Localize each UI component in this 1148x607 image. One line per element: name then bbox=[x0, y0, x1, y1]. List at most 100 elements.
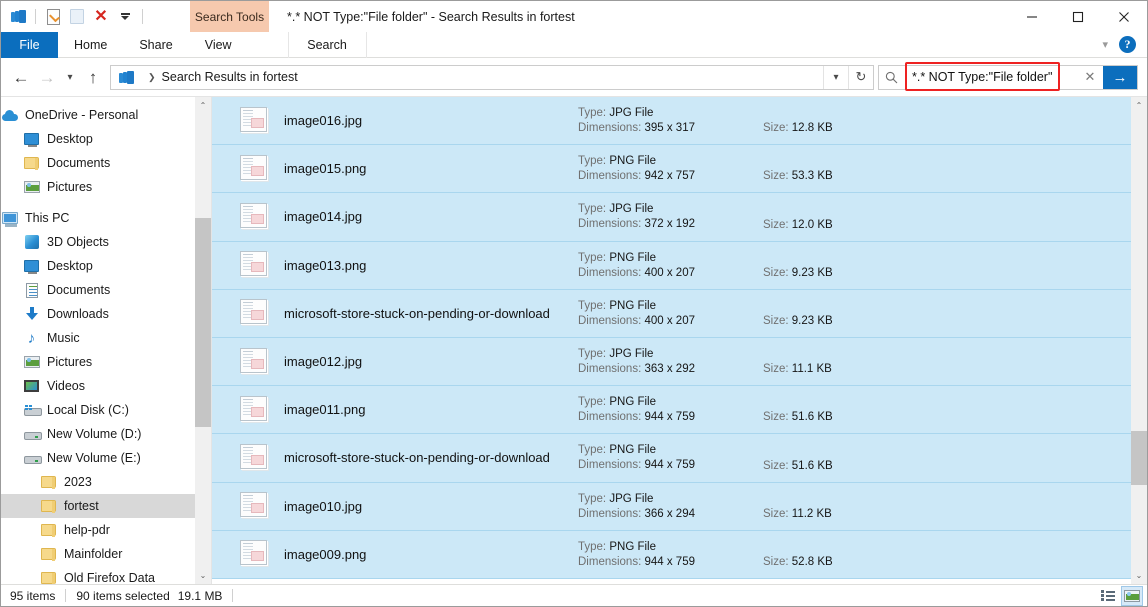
sidebar-item-old-firefox-data[interactable]: Old Firefox Data bbox=[1, 566, 211, 584]
file-type-value: PNG File bbox=[609, 396, 656, 408]
file-type: Type: JPG File bbox=[578, 348, 763, 360]
file-type-value: PNG File bbox=[609, 444, 656, 456]
sidebar-item-label: help-pdr bbox=[64, 523, 110, 537]
scroll-down-button[interactable]: ⌄ bbox=[1131, 567, 1147, 584]
recent-locations-button[interactable]: ▾ bbox=[60, 64, 80, 90]
refresh-button[interactable]: ↻ bbox=[848, 66, 873, 89]
maximize-button[interactable] bbox=[1055, 1, 1101, 32]
file-list-row[interactable]: image009.pngType: PNG FileDimensions: 94… bbox=[212, 531, 1147, 579]
file-list-row[interactable]: image014.jpgType: JPG FileDimensions: 37… bbox=[212, 193, 1147, 241]
file-type-value: JPG File bbox=[609, 203, 653, 215]
file-size-value: 53.3 KB bbox=[792, 170, 833, 182]
details-view-button[interactable] bbox=[1097, 586, 1119, 606]
file-dimensions: Dimensions: 363 x 292 bbox=[578, 363, 763, 375]
scrollbar-thumb[interactable] bbox=[195, 218, 211, 426]
file-type-label: Type: bbox=[578, 348, 606, 360]
sidebar-item-desktop[interactable]: Desktop bbox=[1, 254, 211, 278]
scroll-up-button[interactable]: ⌃ bbox=[1131, 97, 1147, 114]
sidebar-scrollbar[interactable]: ⌃ ⌄ bbox=[195, 97, 211, 584]
sidebar-item-onedrive-personal[interactable]: OneDrive - Personal bbox=[1, 103, 211, 127]
scroll-down-button[interactable]: ⌄ bbox=[195, 567, 211, 584]
sidebar-item-videos[interactable]: Videos bbox=[1, 374, 211, 398]
file-type: Type: PNG File bbox=[578, 541, 763, 553]
address-field[interactable]: ❯ Search Results in fortest ▾ ↻ bbox=[110, 65, 874, 90]
scroll-up-button[interactable]: ⌃ bbox=[195, 97, 211, 114]
sidebar-item-3d-objects[interactable]: 3D Objects bbox=[1, 230, 211, 254]
sidebar-item-downloads[interactable]: Downloads bbox=[1, 302, 211, 326]
properties-icon[interactable] bbox=[43, 7, 63, 27]
file-list-row[interactable]: microsoft-store-stuck-on-pending-or-down… bbox=[212, 434, 1147, 482]
file-list-row[interactable]: image012.jpgType: JPG FileDimensions: 36… bbox=[212, 338, 1147, 386]
file-list-row[interactable]: image013.pngType: PNG FileDimensions: 40… bbox=[212, 242, 1147, 290]
file-type-label: Type: bbox=[578, 396, 606, 408]
file-list-row[interactable]: microsoft-store-stuck-on-pending-or-down… bbox=[212, 290, 1147, 338]
tab-view[interactable]: View bbox=[189, 32, 248, 58]
sidebar-item-this-pc[interactable]: This PC bbox=[1, 206, 211, 230]
pictures-icon bbox=[23, 354, 40, 371]
minimize-button[interactable] bbox=[1009, 1, 1055, 32]
file-type: Type: PNG File bbox=[578, 396, 763, 408]
address-history-button[interactable]: ▾ bbox=[823, 66, 848, 89]
search-box[interactable]: *.* NOT Type:"File folder" ✕ → bbox=[878, 65, 1138, 90]
sidebar-item-fortest[interactable]: fortest bbox=[1, 494, 211, 518]
sidebar-item-label: Local Disk (C:) bbox=[47, 403, 129, 417]
tab-home[interactable]: Home bbox=[58, 32, 123, 58]
sidebar-item-mainfolder[interactable]: Mainfolder bbox=[1, 542, 211, 566]
sidebar-item-music[interactable]: ♪Music bbox=[1, 326, 211, 350]
tab-search[interactable]: Search bbox=[288, 32, 367, 58]
file-list-row[interactable]: image010.jpgType: JPG FileDimensions: 36… bbox=[212, 483, 1147, 531]
customize-qat-icon[interactable] bbox=[115, 7, 135, 27]
breadcrumb[interactable]: ❯ Search Results in fortest bbox=[111, 69, 823, 86]
tab-share[interactable]: Share bbox=[123, 32, 188, 58]
file-dimensions-label: Dimensions: bbox=[578, 363, 641, 375]
file-list-row[interactable]: image016.jpgType: JPG FileDimensions: 39… bbox=[212, 97, 1147, 145]
tab-search-label: Search bbox=[307, 38, 347, 52]
chevron-up-icon: ⌃ bbox=[1136, 101, 1143, 110]
delete-icon[interactable]: ✕ bbox=[91, 7, 111, 27]
new-folder-icon[interactable] bbox=[67, 7, 87, 27]
monitor-icon bbox=[23, 131, 40, 148]
file-name: image009.png bbox=[284, 547, 578, 562]
file-type: Type: PNG File bbox=[578, 252, 763, 264]
up-button[interactable]: ↑ bbox=[80, 64, 106, 90]
file-size-label: Size: bbox=[763, 170, 789, 182]
file-dimensions-value: 400 x 207 bbox=[644, 267, 695, 279]
sidebar-item-new-volume-e[interactable]: New Volume (E:) bbox=[1, 446, 211, 470]
back-button[interactable]: ← bbox=[8, 64, 34, 90]
sidebar-item-new-volume-d[interactable]: New Volume (D:) bbox=[1, 422, 211, 446]
large-icons-view-button[interactable] bbox=[1121, 586, 1143, 606]
search-go-button[interactable]: → bbox=[1103, 66, 1137, 89]
sidebar-item-documents[interactable]: Documents bbox=[1, 151, 211, 175]
file-type-value: PNG File bbox=[609, 252, 656, 264]
chevron-down-icon[interactable]: ▾ bbox=[1102, 38, 1108, 51]
sidebar-item-pictures[interactable]: Pictures bbox=[1, 175, 211, 199]
sidebar-item-help-pdr[interactable]: help-pdr bbox=[1, 518, 211, 542]
file-list-scrollbar[interactable]: ⌃ ⌄ bbox=[1131, 97, 1147, 584]
sidebar-item-desktop[interactable]: Desktop bbox=[1, 127, 211, 151]
folder-stack-icon[interactable] bbox=[8, 7, 28, 27]
file-thumbnail-icon bbox=[238, 154, 269, 184]
tab-file[interactable]: File bbox=[1, 32, 58, 58]
forward-arrow-icon: → bbox=[39, 69, 56, 86]
file-type-value: JPG File bbox=[609, 493, 653, 505]
close-button[interactable] bbox=[1101, 1, 1147, 32]
sidebar-item-documents[interactable]: Documents bbox=[1, 278, 211, 302]
clear-search-button[interactable]: ✕ bbox=[1077, 69, 1103, 85]
scrollbar-track[interactable] bbox=[195, 114, 211, 567]
search-input[interactable]: *.* NOT Type:"File folder" bbox=[904, 66, 1077, 89]
file-dimensions: Dimensions: 366 x 294 bbox=[578, 508, 763, 520]
file-size: Size: 52.8 KB bbox=[763, 531, 913, 578]
forward-button[interactable]: → bbox=[34, 64, 60, 90]
sidebar-item-pictures[interactable]: Pictures bbox=[1, 350, 211, 374]
scrollbar-thumb[interactable] bbox=[1131, 431, 1147, 485]
sidebar-item-2023[interactable]: 2023 bbox=[1, 470, 211, 494]
file-list-row[interactable]: image011.pngType: PNG FileDimensions: 94… bbox=[212, 386, 1147, 434]
file-type-value: JPG File bbox=[609, 107, 653, 119]
divider bbox=[142, 9, 143, 24]
file-list-row[interactable]: image015.pngType: PNG FileDimensions: 94… bbox=[212, 145, 1147, 193]
file-list: image016.jpgType: JPG FileDimensions: 39… bbox=[212, 97, 1147, 584]
scrollbar-track[interactable] bbox=[1131, 114, 1147, 567]
help-icon[interactable]: ? bbox=[1119, 36, 1136, 53]
monitor-icon bbox=[23, 258, 40, 275]
sidebar-item-local-disk-c[interactable]: Local Disk (C:) bbox=[1, 398, 211, 422]
